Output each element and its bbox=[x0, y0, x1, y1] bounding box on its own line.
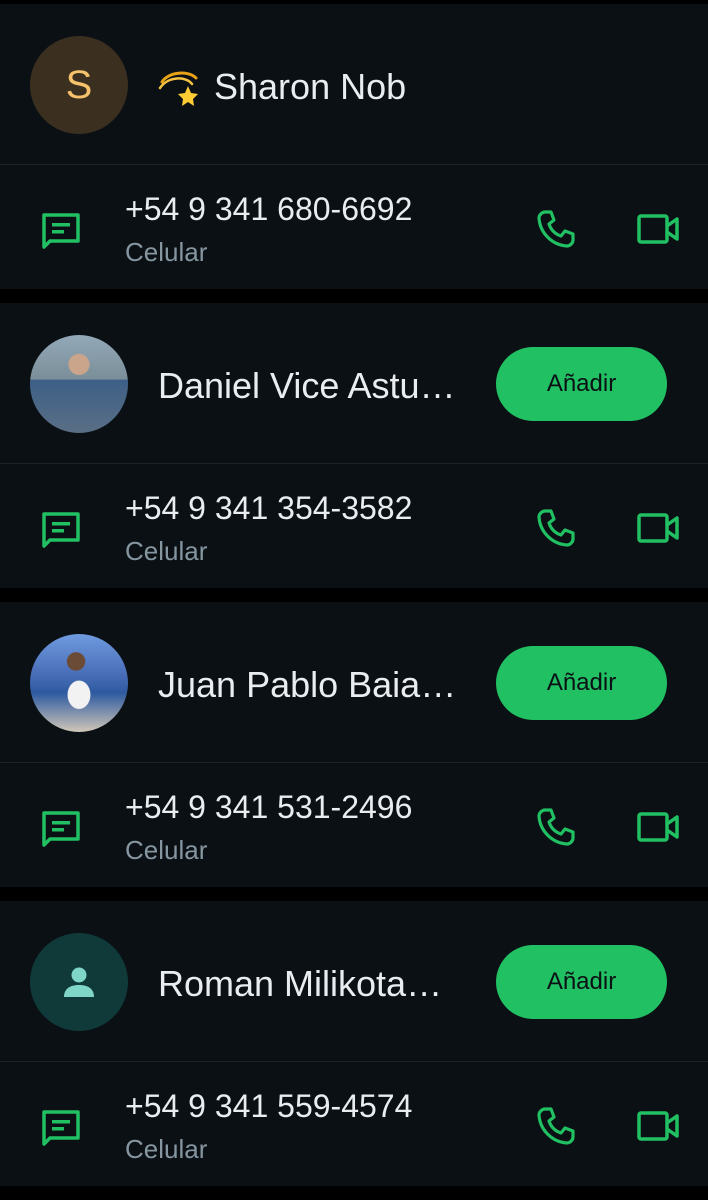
phone-icon[interactable] bbox=[536, 508, 576, 548]
phone-type: Celular bbox=[125, 835, 208, 865]
contact-card: Daniel Vice Astu… Añadir +54 9 341 354-3… bbox=[0, 303, 708, 588]
avatar[interactable] bbox=[30, 634, 128, 732]
contact-name: Daniel Vice Astu… bbox=[158, 365, 456, 406]
contact-card: S Sharon Nob +54 9 341 680-6692 Celular bbox=[0, 4, 708, 289]
contact-header[interactable]: Daniel Vice Astu… Añadir bbox=[0, 303, 708, 463]
add-contact-button[interactable]: Añadir bbox=[496, 347, 667, 421]
avatar[interactable]: S bbox=[30, 36, 128, 134]
phone-number: +54 9 341 680-6692 bbox=[125, 191, 413, 227]
phone-row[interactable]: +54 9 341 354-3582 Celular bbox=[0, 464, 708, 588]
video-call-icon[interactable] bbox=[636, 508, 680, 548]
phone-row[interactable]: +54 9 341 680-6692 Celular bbox=[0, 165, 708, 289]
contact-header[interactable]: S Sharon Nob bbox=[0, 4, 708, 164]
phone-number: +54 9 341 559-4574 bbox=[125, 1088, 413, 1124]
phone-icon[interactable] bbox=[536, 807, 576, 847]
avatar[interactable] bbox=[30, 933, 128, 1031]
phone-row[interactable]: +54 9 341 531-2496 Celular bbox=[0, 763, 708, 887]
message-icon[interactable] bbox=[40, 508, 82, 550]
video-call-icon[interactable] bbox=[636, 807, 680, 847]
video-call-icon[interactable] bbox=[636, 209, 680, 249]
message-icon[interactable] bbox=[40, 1106, 82, 1148]
phone-type: Celular bbox=[125, 1134, 208, 1164]
shooting-star-emoji-icon bbox=[158, 71, 198, 106]
contact-name: Juan Pablo Baia… bbox=[158, 664, 457, 705]
phone-number: +54 9 341 354-3582 bbox=[125, 490, 413, 526]
add-contact-button[interactable]: Añadir bbox=[496, 945, 667, 1019]
contact-header[interactable]: Roman Milikota… Añadir bbox=[0, 901, 708, 1061]
phone-row[interactable]: +54 9 341 559-4574 Celular bbox=[0, 1062, 708, 1186]
contact-name: Roman Milikota… bbox=[158, 963, 443, 1004]
contact-header[interactable]: Juan Pablo Baia… Añadir bbox=[0, 602, 708, 762]
avatar-letter: S bbox=[65, 63, 93, 107]
phone-number: +54 9 341 531-2496 bbox=[125, 789, 413, 825]
phone-icon[interactable] bbox=[536, 1106, 576, 1146]
contact-name: Sharon Nob bbox=[214, 66, 407, 107]
message-icon[interactable] bbox=[40, 807, 82, 849]
person-icon bbox=[64, 967, 94, 997]
contact-card: Juan Pablo Baia… Añadir +54 9 341 531-24… bbox=[0, 602, 708, 887]
add-contact-button[interactable]: Añadir bbox=[496, 646, 667, 720]
video-call-icon[interactable] bbox=[636, 1106, 680, 1146]
phone-icon[interactable] bbox=[536, 209, 576, 249]
phone-type: Celular bbox=[125, 237, 208, 267]
message-icon[interactable] bbox=[40, 209, 82, 251]
contact-list: S Sharon Nob +54 9 341 680-6692 Celular bbox=[0, 0, 708, 1200]
phone-type: Celular bbox=[125, 536, 208, 566]
avatar[interactable] bbox=[30, 335, 128, 433]
contact-card: Roman Milikota… Añadir +54 9 341 559-457… bbox=[0, 901, 708, 1186]
